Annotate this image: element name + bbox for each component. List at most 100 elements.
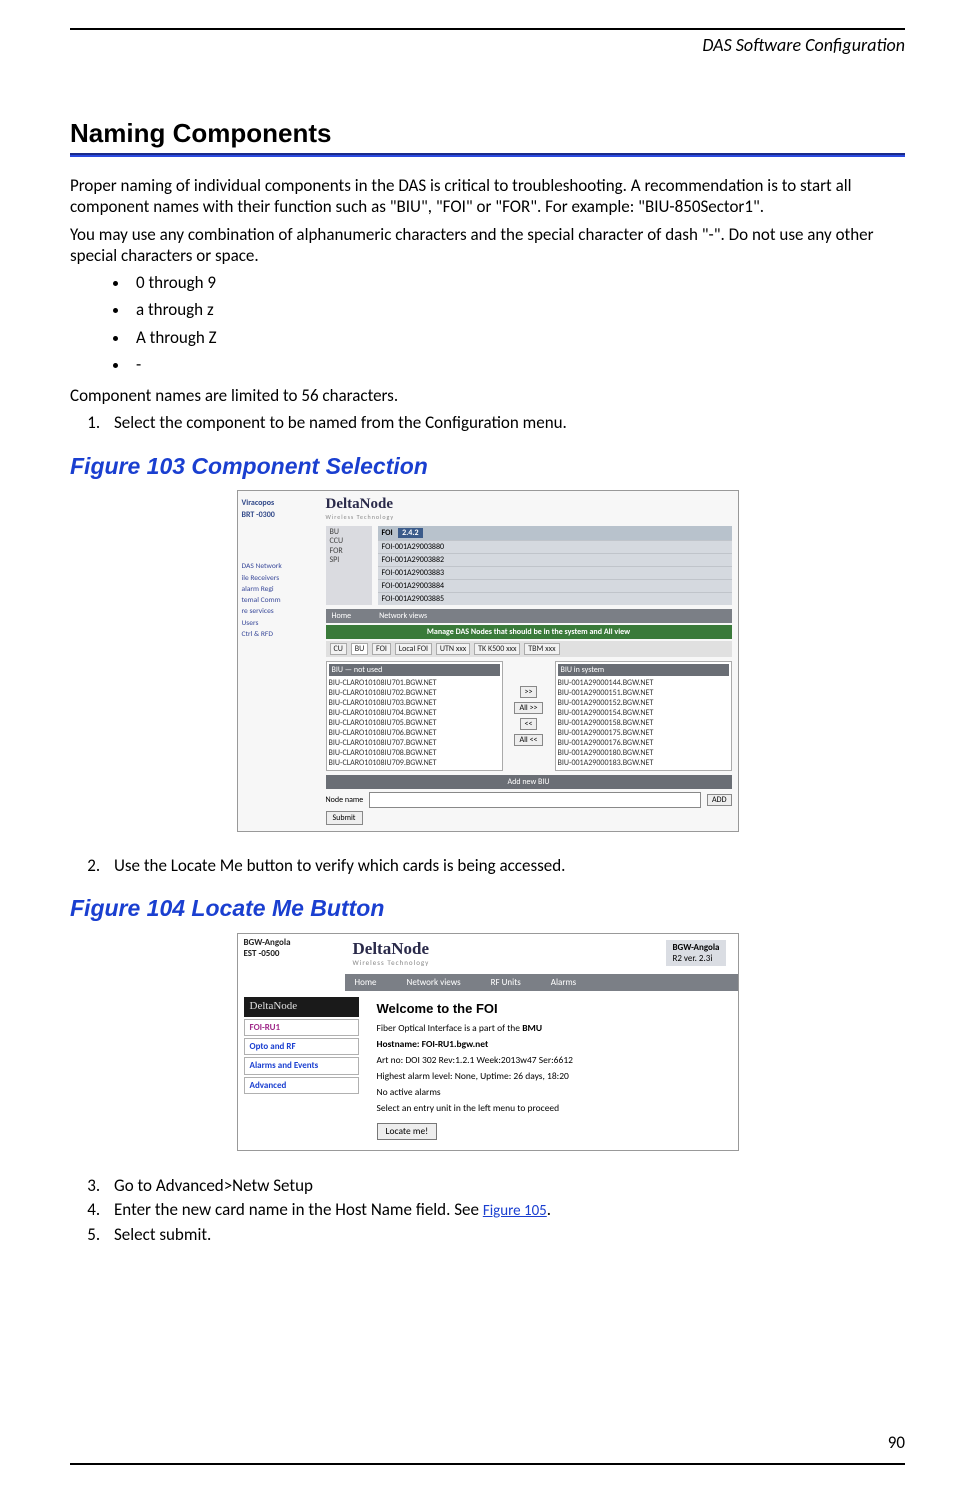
foi-head: FOI (382, 528, 393, 538)
figure-103-caption: Figure 103 Component Selection (70, 452, 905, 481)
nav-item-alarms[interactable]: Alarms and Events (244, 1057, 359, 1074)
list-item[interactable]: BIU-CLARO10108IU706.BGW.NET (329, 728, 500, 738)
info-line: No active alarms (377, 1087, 726, 1099)
page-number: 90 (888, 1432, 905, 1453)
limit-line: Component names are limited to 56 charac… (70, 385, 905, 406)
allowed-chars-list: 0 through 9 a through z A through Z - (70, 272, 905, 375)
locate-me-button[interactable]: Locate me! (377, 1123, 438, 1141)
intro-paragraph-2: You may use any combination of alphanume… (70, 224, 905, 267)
welcome-heading: Welcome to the FOI (377, 1001, 726, 1017)
menu-item[interactable]: Home (355, 977, 377, 988)
step-item: Enter the new card name in the Host Name… (104, 1199, 905, 1221)
add-button[interactable]: ADD (707, 794, 731, 806)
list-item[interactable]: BIU-CLARO10108IU704.BGW.NET (329, 708, 500, 718)
list-item: A through Z (130, 327, 905, 348)
nav-item-opto[interactable]: Opto and RF (244, 1038, 359, 1055)
host-badge: BGW-Angola R2 ver. 2.3i (666, 940, 725, 967)
list-item: - (130, 354, 905, 375)
menu-item[interactable]: Home (332, 611, 352, 621)
brand-subtitle: Wireless Technology (326, 514, 732, 522)
list-item[interactable]: BIU-CLARO10108IU707.BGW.NET (329, 738, 500, 748)
list-item[interactable]: BIU-001A29000183.BGW.NET (558, 758, 729, 768)
list-in-system[interactable]: BIU in system BIU-001A29000144.BGW.NET B… (555, 661, 732, 771)
list-item[interactable]: BIU-001A29000180.BGW.NET (558, 748, 729, 758)
nav-item-foi[interactable]: FOI-RU1 (244, 1019, 359, 1036)
step-item: Select the component to be named from th… (104, 412, 905, 433)
list-header: BIU in system (558, 664, 729, 676)
sidenav-item[interactable]: Users (242, 618, 314, 629)
sidenav-item[interactable]: temal Comm (242, 595, 314, 606)
list-not-used[interactable]: BIU — not used BIU-CLARO10108IU701.BGW.N… (326, 661, 503, 771)
list-item[interactable]: BIU-CLARO10108IU701.BGW.NET (329, 678, 500, 688)
tab[interactable]: FOI (372, 643, 391, 655)
info-line: Fiber Optical Interface is a part of the… (377, 1023, 726, 1035)
tab[interactable]: TK K500 xxx (474, 643, 520, 655)
loc-label: Viracopos (242, 497, 314, 509)
green-banner: Manage DAS Nodes that should be in the s… (326, 625, 732, 639)
intro-paragraph-1: Proper naming of individual components i… (70, 175, 905, 218)
move-all-right-button[interactable]: All >> (514, 702, 542, 714)
list-item[interactable]: BIU-001A29000151.BGW.NET (558, 688, 729, 698)
tab[interactable]: Local FOI (395, 643, 432, 655)
move-all-left-button[interactable]: All << (514, 734, 542, 746)
info-line: Hostname: FOI-RU1.bgw.net (377, 1039, 726, 1051)
header-rule (70, 28, 905, 30)
tab[interactable]: CU (330, 643, 347, 655)
figure-105-link[interactable]: Figure 105 (483, 1202, 547, 1220)
brand-logo: DeltaNode (326, 495, 732, 514)
sidenav-item[interactable]: re services (242, 606, 314, 617)
list-item[interactable]: BIU-CLARO10108IU702.BGW.NET (329, 688, 500, 698)
host-loc: BGW-Angola (244, 938, 339, 949)
info-line: Highest alarm level: None, Uptime: 26 da… (377, 1071, 726, 1083)
tab-selected[interactable]: BU (351, 643, 368, 655)
menu-item[interactable]: Alarms (551, 977, 576, 988)
foi-version: 2.4.2 (398, 528, 422, 538)
list-item[interactable]: BIU-CLARO10108IU708.BGW.NET (329, 748, 500, 758)
list-item[interactable]: BIU-CLARO10108IU705.BGW.NET (329, 718, 500, 728)
list-item[interactable]: BIU-001A29000152.BGW.NET (558, 698, 729, 708)
list-item[interactable]: BIU-001A29000154.BGW.NET (558, 708, 729, 718)
node-name-input[interactable] (369, 792, 701, 808)
move-left-button[interactable]: << (520, 718, 538, 730)
foi-row[interactable]: FOI-001A29003880 (378, 540, 732, 553)
section-heading: Naming Components (70, 117, 905, 150)
list-item[interactable]: BIU-001A29000175.BGW.NET (558, 728, 729, 738)
sidenav-item[interactable]: alarm Regi (242, 584, 314, 595)
submit-button[interactable]: Submit (326, 811, 363, 825)
figure-104-screenshot: BGW-Angola EST -0500 DeltaNode Wireless … (237, 933, 739, 1152)
sidebar-brand: DeltaNode (244, 997, 359, 1017)
list-item[interactable]: BIU-CLARO10108IU703.BGW.NET (329, 698, 500, 708)
list-item[interactable]: BIU-001A29000176.BGW.NET (558, 738, 729, 748)
footer-rule (70, 1463, 905, 1465)
sidenav-item[interactable]: DAS Network (242, 561, 314, 572)
foi-row[interactable]: FOI-001A29003883 (378, 566, 732, 579)
list-item[interactable]: BIU-CLARO10108IU709.BGW.NET (329, 758, 500, 768)
add-new-header: Add new BIU (326, 775, 732, 789)
list-header: BIU — not used (329, 664, 500, 676)
foi-row[interactable]: FOI-001A29003885 (378, 592, 732, 605)
step-text: . (547, 1199, 551, 1220)
module-label: SPI (330, 556, 368, 566)
figure-103-screenshot: Viracopos BRT -0300 DAS Network ile Rece… (237, 490, 739, 831)
list-item[interactable]: BIU-001A29000144.BGW.NET (558, 678, 729, 688)
tab[interactable]: TBM xxx (524, 643, 559, 655)
figure-104-caption: Figure 104 Locate Me Button (70, 894, 905, 923)
tab[interactable]: UTN xxx (436, 643, 470, 655)
menu-item[interactable]: Network views (379, 611, 427, 621)
menu-item[interactable]: RF Units (491, 977, 521, 988)
menu-item[interactable]: Network views (407, 977, 461, 988)
sidenav-item[interactable]: ile Receivers (242, 573, 314, 584)
step-item: Select submit. (104, 1224, 905, 1245)
host-badge-name: BGW-Angola (672, 942, 719, 953)
step-text: Enter the new card name in the Host Name… (114, 1199, 483, 1220)
tab-strip: CU BU FOI Local FOI UTN xxx TK K500 xxx … (326, 641, 732, 657)
nav-item-advanced[interactable]: Advanced (244, 1077, 359, 1094)
tz-label: BRT -0300 (242, 509, 314, 521)
foi-row[interactable]: FOI-001A29003882 (378, 553, 732, 566)
node-name-label: Node name (326, 795, 364, 805)
info-line: Select an entry unit in the left menu to… (377, 1103, 726, 1115)
move-right-button[interactable]: >> (520, 686, 538, 698)
sidenav-item[interactable]: Ctrl & RFD (242, 629, 314, 640)
list-item[interactable]: BIU-001A29000158.BGW.NET (558, 718, 729, 728)
foi-row[interactable]: FOI-001A29003884 (378, 579, 732, 592)
